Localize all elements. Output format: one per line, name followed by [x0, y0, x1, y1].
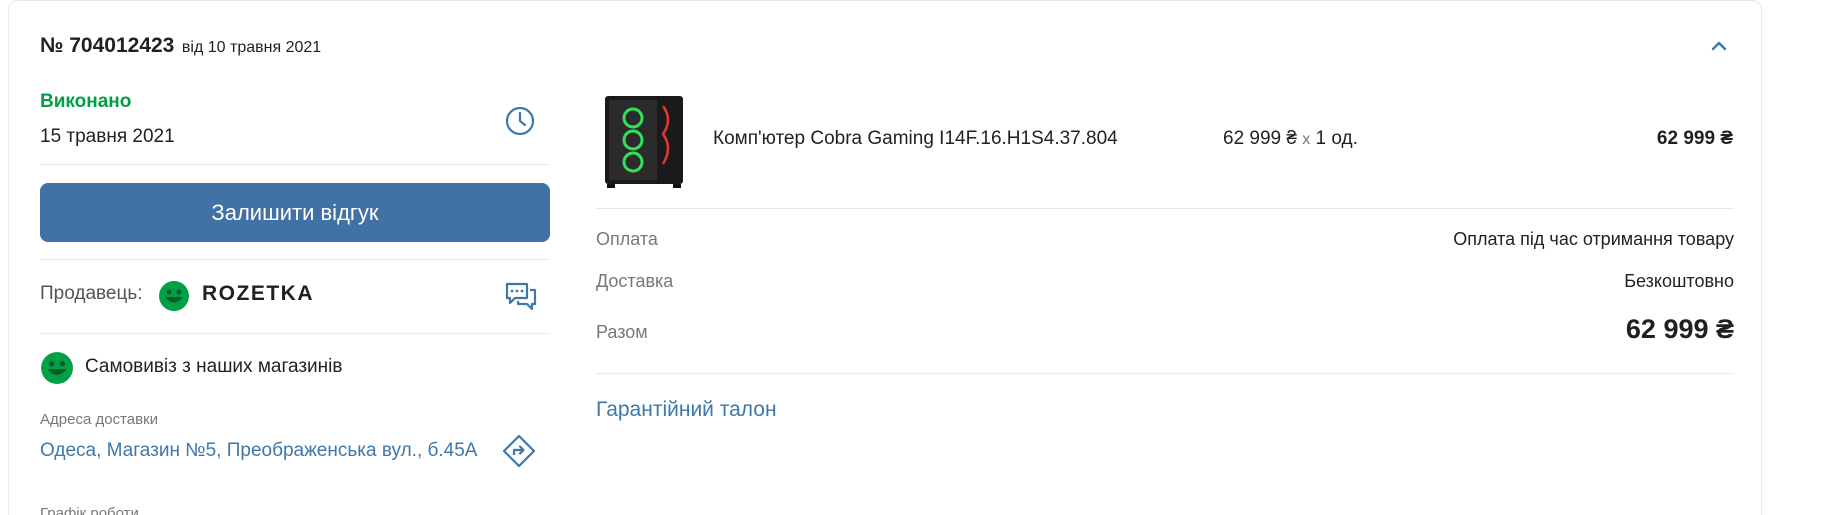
rozetka-smile-icon: [159, 281, 189, 311]
divider: [596, 208, 1734, 209]
seller-label: Продавець:: [40, 283, 143, 304]
quantity: 1 од.: [1315, 128, 1358, 149]
chat-icon[interactable]: [503, 278, 539, 314]
divider: [596, 373, 1734, 374]
product-total: 62 999 ₴: [1656, 128, 1733, 149]
chevron-up-icon[interactable]: [1707, 34, 1731, 58]
divider: [40, 259, 550, 260]
delivery-address-link[interactable]: Одеса, Магазин №5, Преображенська вул., …: [40, 437, 480, 464]
product-name-link[interactable]: Комп'ютер Cobra Gaming I14F.16.H1S4.37.8…: [713, 128, 1118, 150]
shipping-label: Доставка: [596, 271, 674, 291]
divider: [40, 333, 550, 334]
order-number: № 704012423: [40, 34, 175, 57]
times-sign: x: [1302, 131, 1311, 148]
rozetka-smile-icon: [41, 352, 73, 384]
address-label: Адреса доставки: [40, 411, 159, 428]
payment-value: Оплата під час отримання товару: [1453, 229, 1734, 249]
seller-name: ROZETKA: [202, 282, 314, 305]
route-icon[interactable]: [501, 433, 537, 469]
product-image[interactable]: [603, 94, 685, 190]
delivery-method: Самовивіз з наших магазинів: [85, 356, 343, 377]
schedule-label: Графік роботи: [40, 505, 139, 515]
order-status: Виконано: [40, 91, 132, 112]
status-date: 15 травня 2021: [40, 126, 175, 147]
shipping-value: Безкоштовно: [1624, 271, 1734, 291]
order-header: № 704012423 від 10 травня 2021: [40, 34, 321, 58]
divider: [40, 164, 550, 165]
total-label: Разом: [596, 322, 648, 342]
order-total: 62 999 ₴: [1625, 314, 1734, 344]
product-price-quantity: 62 999 ₴ x 1 од.: [1223, 128, 1358, 150]
order-date: від 10 травня 2021: [181, 39, 322, 56]
leave-review-button[interactable]: Залишити відгук: [40, 183, 550, 242]
unit-price: 62 999 ₴: [1223, 128, 1297, 149]
clock-icon[interactable]: [503, 104, 537, 138]
payment-label: Оплата: [596, 229, 658, 249]
warranty-link[interactable]: Гарантійний талон: [596, 398, 777, 422]
